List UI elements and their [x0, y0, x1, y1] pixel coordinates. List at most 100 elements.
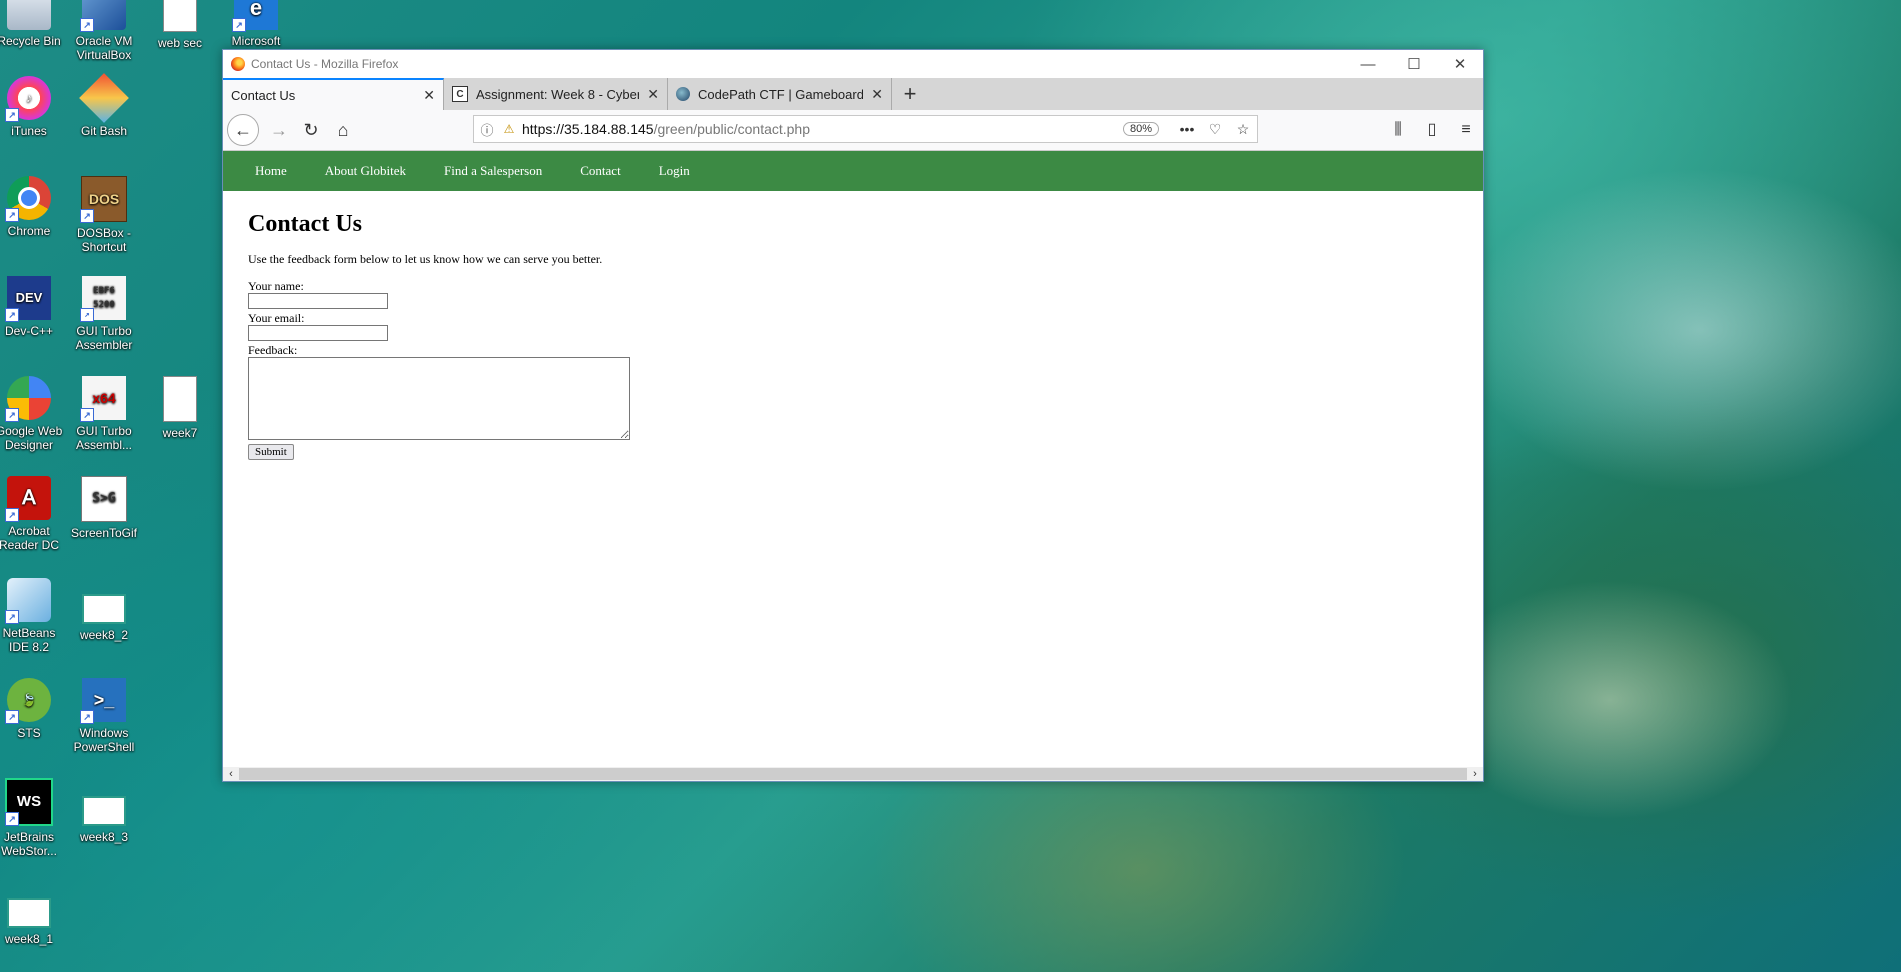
desktop-icon-web-sec[interactable]: web sec [142, 0, 218, 50]
zoom-indicator[interactable]: 80% [1122, 122, 1159, 136]
desktop-icon-acrobat[interactable]: ꓮ ↗ Acrobat Reader DC [0, 476, 67, 552]
desktop-icon-label: Git Bash [80, 124, 128, 138]
info-icon[interactable]: ⓘ [474, 120, 500, 139]
gui-turbo-assembler-icon: EBF6 5200 ↗ [80, 276, 126, 322]
nav-about-link[interactable]: About Globitek [325, 163, 406, 179]
week7-icon [163, 376, 197, 422]
desktop-icon-week8-3[interactable]: week8_3 [66, 796, 142, 844]
desktop-icon-gui-turbo-assembler-x64[interactable]: x64 ↗ GUI Turbo Assembl... [66, 376, 142, 452]
sidebar-icon[interactable]: ▯ [1415, 114, 1449, 146]
page-title: Contact Us [248, 211, 362, 237]
desktop-icon-webstorm[interactable]: WS ↗ JetBrains WebStor... [0, 778, 67, 858]
desktop-icon-week8-1[interactable]: week8_1 [0, 898, 67, 946]
tab-assignment-week8[interactable]: C Assignment: Week 8 - Cyberse ✕ [444, 78, 668, 110]
pocket-icon[interactable]: ♡ [1201, 121, 1229, 138]
google-web-designer-icon: ↗ [5, 376, 51, 422]
scroll-right-icon[interactable]: › [1467, 768, 1483, 780]
firefox-logo-icon [231, 57, 245, 71]
desktop-icon-powershell[interactable]: >_ ↗ Windows PowerShell [66, 678, 142, 754]
window-title: Contact Us - Mozilla Firefox [251, 57, 399, 71]
home-button[interactable]: ⌂ [327, 114, 359, 146]
insecure-lock-icon[interactable]: ⚠ [500, 122, 518, 136]
desktop-icon-itunes[interactable]: ♪ ↗ iTunes [0, 76, 67, 138]
desktop-icon-dosbox[interactable]: DOS ↗ DOSBox - Shortcut [66, 176, 142, 254]
tab-codepath-ctf[interactable]: CodePath CTF | Gameboard ✕ [668, 78, 892, 110]
tab-contact-us[interactable]: Contact Us ✕ [223, 78, 444, 110]
reload-button[interactable]: ↻ [295, 114, 327, 146]
web-sec-icon [163, 0, 197, 32]
desktop-icon-label: Oracle VM VirtualBox [75, 34, 133, 62]
firefox-window: Contact Us - Mozilla Firefox — ☐ ✕ Conta… [222, 49, 1484, 782]
desktop-icon-recycle-bin[interactable]: Recycle Bin [0, 0, 67, 48]
forward-button[interactable]: → [263, 114, 295, 146]
desktop-icon-label: Chrome [7, 224, 51, 238]
week8-3-icon [82, 796, 126, 826]
desktop-icon-devcpp[interactable]: DEV ↗ Dev-C++ [0, 276, 67, 338]
tab-close-icon[interactable]: ✕ [423, 87, 435, 104]
library-icon[interactable]: ⫼ [1381, 114, 1415, 146]
devcpp-icon: DEV ↗ [5, 276, 51, 322]
virtualbox-icon: ↗ [80, 0, 126, 32]
week8-2-icon [82, 594, 126, 624]
url-bar[interactable]: ⓘ ⚠ https://35.184.88.145/green/public/c… [473, 115, 1258, 143]
intro-text: Use the feedback form below to let us kn… [248, 252, 603, 266]
desktop-icon-netbeans[interactable]: ↗ NetBeans IDE 8.2 [0, 578, 67, 654]
recycle-bin-icon [7, 0, 51, 30]
new-tab-button[interactable]: + [892, 78, 928, 110]
desktop-icon-label: Dev-C++ [4, 324, 54, 338]
codepath-c-icon: C [452, 86, 468, 102]
desktop-icon-label: week8_1 [4, 932, 54, 946]
tab-label: Contact Us [231, 87, 296, 103]
submit-button[interactable]: Submit [248, 444, 294, 460]
horizontal-scrollbar[interactable]: ‹ › [223, 767, 1483, 781]
back-button[interactable]: ← [227, 114, 259, 146]
name-field[interactable] [248, 293, 388, 309]
window-titlebar[interactable]: Contact Us - Mozilla Firefox — ☐ ✕ [223, 50, 1483, 78]
url-host: https://35.184.88.145 [522, 121, 654, 137]
maximize-button[interactable]: ☐ [1391, 55, 1437, 73]
tab-close-icon[interactable]: ✕ [647, 86, 659, 103]
desktop-icon-git-bash[interactable]: Git Bash [66, 73, 142, 138]
minimize-button[interactable]: — [1345, 56, 1391, 73]
feedback-textarea[interactable] [248, 357, 630, 440]
url-path: /green/public/contact.php [653, 121, 811, 137]
sts-icon: 🍃 ↗ [5, 678, 51, 724]
email-field[interactable] [248, 325, 388, 341]
desktop-icon-label: STS [17, 726, 41, 740]
toolbar-right: ⫼ ▯ ≡ [1381, 114, 1483, 146]
nav-home-link[interactable]: Home [255, 163, 287, 179]
desktop-icon-virtualbox[interactable]: ↗ Oracle VM VirtualBox [66, 0, 142, 62]
url-text[interactable]: https://35.184.88.145/green/public/conta… [518, 121, 1123, 137]
page-viewport: Home About Globitek Find a Salesperson C… [223, 151, 1483, 781]
scroll-left-icon[interactable]: ‹ [223, 768, 239, 780]
desktop-icon-label: GUI Turbo Assembler [75, 324, 133, 352]
bookmark-star-icon[interactable]: ☆ [1229, 121, 1257, 138]
desktop-icon-week8-2[interactable]: week8_2 [66, 594, 142, 642]
desktop-icon-google-web-designer[interactable]: ↗ Google Web Designer [0, 376, 67, 452]
webstorm-icon: WS ↗ [5, 778, 53, 826]
nav-contact-link[interactable]: Contact [580, 163, 620, 179]
email-label: Your email: [248, 311, 305, 325]
scroll-thumb[interactable] [239, 768, 1467, 780]
desktop-icon-label: JetBrains WebStor... [1, 830, 57, 858]
desktop-icon-label: week8_2 [79, 628, 129, 642]
netbeans-icon: ↗ [5, 578, 51, 624]
desktop-icon-gui-turbo-assembler[interactable]: EBF6 5200 ↗ GUI Turbo Assembler [66, 276, 142, 352]
edge-icon: e ↗ [232, 0, 278, 32]
hamburger-menu-icon[interactable]: ≡ [1449, 114, 1483, 146]
desktop-icon-label: Windows PowerShell [73, 726, 135, 754]
desktop-icon-screentogif[interactable]: S>G ScreenToGif [66, 476, 142, 540]
desktop-icon-label: Google Web Designer [0, 424, 63, 452]
page-actions-icon[interactable]: ••• [1173, 121, 1201, 137]
tab-close-icon[interactable]: ✕ [871, 86, 883, 103]
gui-turbo-assembler-x64-icon: x64 ↗ [80, 376, 126, 422]
tab-label: CodePath CTF | Gameboard [698, 86, 864, 102]
desktop-icon-chrome[interactable]: ↗ Chrome [0, 176, 67, 238]
nav-find-salesperson-link[interactable]: Find a Salesperson [444, 163, 542, 179]
nav-login-link[interactable]: Login [659, 163, 690, 179]
desktop-icon-sts[interactable]: 🍃 ↗ STS [0, 678, 67, 740]
close-window-button[interactable]: ✕ [1437, 55, 1483, 73]
globe-icon [676, 87, 690, 101]
desktop-icon-label: GUI Turbo Assembl... [75, 424, 132, 452]
desktop-icon-week7[interactable]: week7 [142, 376, 218, 440]
